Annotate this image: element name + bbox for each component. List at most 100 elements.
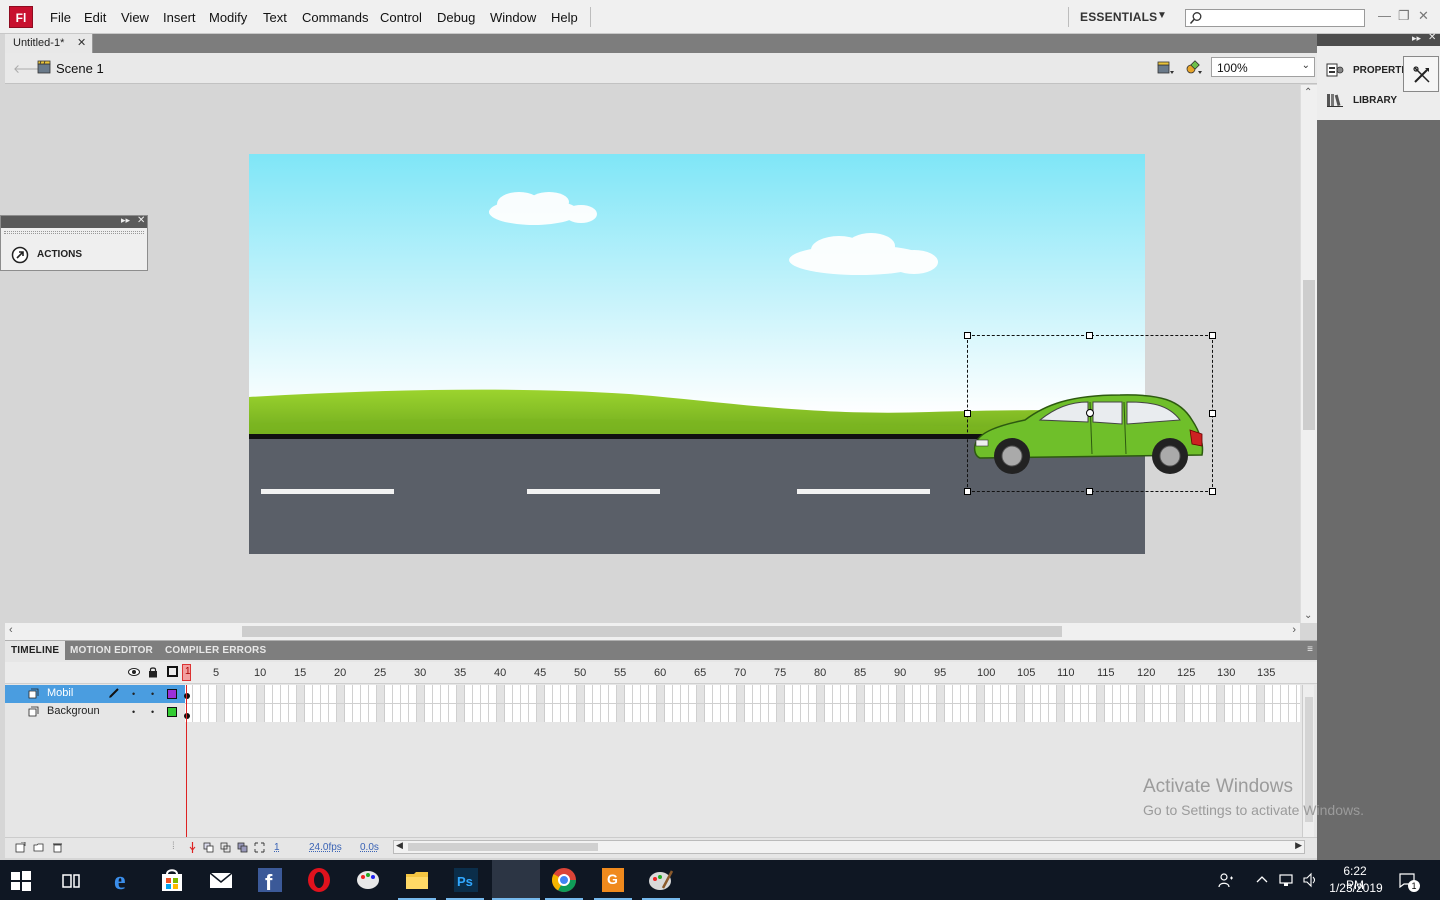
scrollbar-thumb[interactable] — [1303, 280, 1315, 430]
timeline-horizontal-scrollbar[interactable]: ◀ ▶ — [393, 840, 1305, 854]
modify-onion-markers-icon[interactable] — [254, 842, 265, 853]
paint-app-icon[interactable] — [354, 866, 382, 894]
chevron-down-icon[interactable]: ⌄ — [1304, 610, 1312, 621]
outline-icon[interactable] — [167, 666, 178, 677]
tools-panel-button[interactable] — [1403, 56, 1439, 92]
clock-date[interactable]: 1/23/2019 — [1328, 881, 1384, 895]
edge-browser-icon[interactable]: e — [110, 866, 138, 894]
layer-name[interactable]: Backgroun — [47, 705, 100, 717]
close-button[interactable]: ✕ — [1418, 8, 1429, 24]
onion-skin-outlines-icon[interactable] — [220, 842, 231, 853]
layer-row-background[interactable]: Backgroun • • — [5, 703, 185, 721]
panel-header[interactable]: ▸▸ ✕ — [1, 215, 147, 228]
menu-modify[interactable]: Modify — [209, 10, 247, 25]
restore-button[interactable]: ❐ — [1398, 8, 1410, 24]
collapse-icon[interactable]: ▸▸ — [121, 215, 130, 226]
properties-tab[interactable]: PROPERTIES — [1353, 65, 1405, 76]
menu-window[interactable]: Window — [490, 10, 536, 25]
chevron-up-icon[interactable] — [1254, 872, 1270, 888]
transform-handle[interactable] — [964, 410, 971, 417]
scrollbar-thumb[interactable] — [242, 626, 1062, 637]
layer-row-mobil[interactable]: Mobil • • — [5, 685, 185, 703]
transform-handle[interactable] — [1209, 332, 1216, 339]
chrome-browser-icon[interactable] — [550, 866, 578, 894]
minimize-button[interactable]: — — [1378, 8, 1391, 23]
visibility-dot[interactable]: • — [132, 689, 135, 699]
chevron-left-icon[interactable]: ‹ — [9, 624, 13, 636]
file-explorer-icon[interactable] — [403, 866, 431, 894]
eye-icon[interactable] — [128, 666, 140, 678]
chevron-up-icon[interactable]: ⌃ — [1304, 87, 1312, 98]
scene-label[interactable]: Scene 1 — [56, 61, 104, 76]
chevron-right-icon[interactable]: › — [1292, 624, 1296, 636]
tab-motion-editor[interactable]: MOTION EDITOR — [64, 641, 159, 660]
people-icon[interactable] — [1218, 872, 1234, 888]
lock-dot[interactable]: • — [151, 707, 154, 717]
scrollbar-thumb[interactable] — [408, 843, 598, 851]
windows-start-icon[interactable] — [10, 870, 32, 892]
stage-horizontal-scrollbar[interactable]: ‹ › — [5, 623, 1300, 640]
lock-icon[interactable] — [148, 666, 158, 678]
new-layer-icon[interactable] — [15, 842, 26, 853]
opera-browser-icon[interactable] — [305, 866, 333, 894]
menu-commands[interactable]: Commands — [302, 10, 368, 25]
menu-view[interactable]: View — [121, 10, 149, 25]
center-frame-icon[interactable] — [187, 842, 198, 853]
help-search-input[interactable] — [1185, 9, 1365, 27]
transform-handle[interactable] — [1209, 410, 1216, 417]
delete-layer-icon[interactable] — [52, 842, 63, 853]
close-icon[interactable]: ✕ — [77, 36, 86, 49]
layer-outline-color[interactable] — [167, 689, 177, 699]
transform-handle[interactable] — [1209, 488, 1216, 495]
dock-header[interactable]: ▸▸ ✕ — [1317, 32, 1440, 46]
store-icon[interactable] — [158, 866, 186, 894]
task-view-icon[interactable] — [60, 870, 82, 892]
menu-insert[interactable]: Insert — [163, 10, 196, 25]
keyframe[interactable] — [184, 693, 190, 699]
visibility-dot[interactable]: • — [132, 707, 135, 717]
chevron-left-icon[interactable]: ◀ — [396, 840, 403, 851]
menu-file[interactable]: File — [50, 10, 71, 25]
current-frame-value[interactable]: 1 — [274, 842, 280, 853]
menu-debug[interactable]: Debug — [437, 10, 475, 25]
actions-label[interactable]: ACTIONS — [37, 249, 82, 260]
onion-skin-icon[interactable] — [203, 842, 214, 853]
new-folder-icon[interactable] — [33, 842, 44, 853]
workspace-switcher[interactable]: ESSENTIALS — [1080, 10, 1157, 24]
facebook-icon[interactable]: f — [256, 866, 284, 894]
close-icon[interactable]: ✕ — [137, 215, 145, 226]
panel-menu-icon[interactable]: ≡ — [1307, 644, 1313, 655]
keyframe[interactable] — [184, 713, 190, 719]
document-tab[interactable]: Untitled-1* ✕ — [5, 34, 93, 53]
stage-vertical-scrollbar[interactable]: ⌃ ⌄ — [1300, 85, 1317, 623]
transform-handle[interactable] — [1086, 332, 1093, 339]
frame-rate-value[interactable]: 24.0fps — [309, 842, 342, 853]
library-tab[interactable]: LIBRARY — [1353, 95, 1397, 106]
actions-panel[interactable]: ▸▸ ✕ ACTIONS — [0, 215, 148, 271]
network-icon[interactable] — [1279, 872, 1295, 888]
layer-outline-color[interactable] — [167, 707, 177, 717]
tab-timeline[interactable]: TIMELINE — [5, 641, 66, 660]
edit-multiple-frames-icon[interactable] — [237, 842, 248, 853]
photoshop-icon[interactable]: Ps — [452, 866, 480, 894]
transform-handle[interactable] — [964, 488, 971, 495]
mail-icon[interactable] — [207, 866, 235, 894]
chevron-right-icon[interactable]: ▶ — [1295, 840, 1302, 851]
collapse-icon[interactable]: ▸▸ — [1412, 33, 1421, 44]
registration-point[interactable] — [1086, 409, 1094, 417]
pdf-app-icon[interactable]: G — [599, 866, 627, 894]
transform-handle[interactable] — [964, 332, 971, 339]
menu-text[interactable]: Text — [263, 10, 287, 25]
volume-icon[interactable] — [1302, 872, 1318, 888]
flash-taskbar-button[interactable] — [492, 860, 540, 900]
frames-grid[interactable] — [185, 685, 1300, 722]
paint-brush-app-icon[interactable] — [647, 866, 675, 894]
menu-control[interactable]: Control — [380, 10, 422, 25]
close-icon[interactable]: ✕ — [1428, 32, 1436, 43]
lock-dot[interactable]: • — [151, 689, 154, 699]
edit-scene-icon[interactable] — [1157, 60, 1175, 76]
layer-name[interactable]: Mobil — [47, 687, 73, 699]
panel-grip[interactable] — [4, 231, 144, 234]
menu-help[interactable]: Help — [551, 10, 578, 25]
menu-edit[interactable]: Edit — [84, 10, 106, 25]
